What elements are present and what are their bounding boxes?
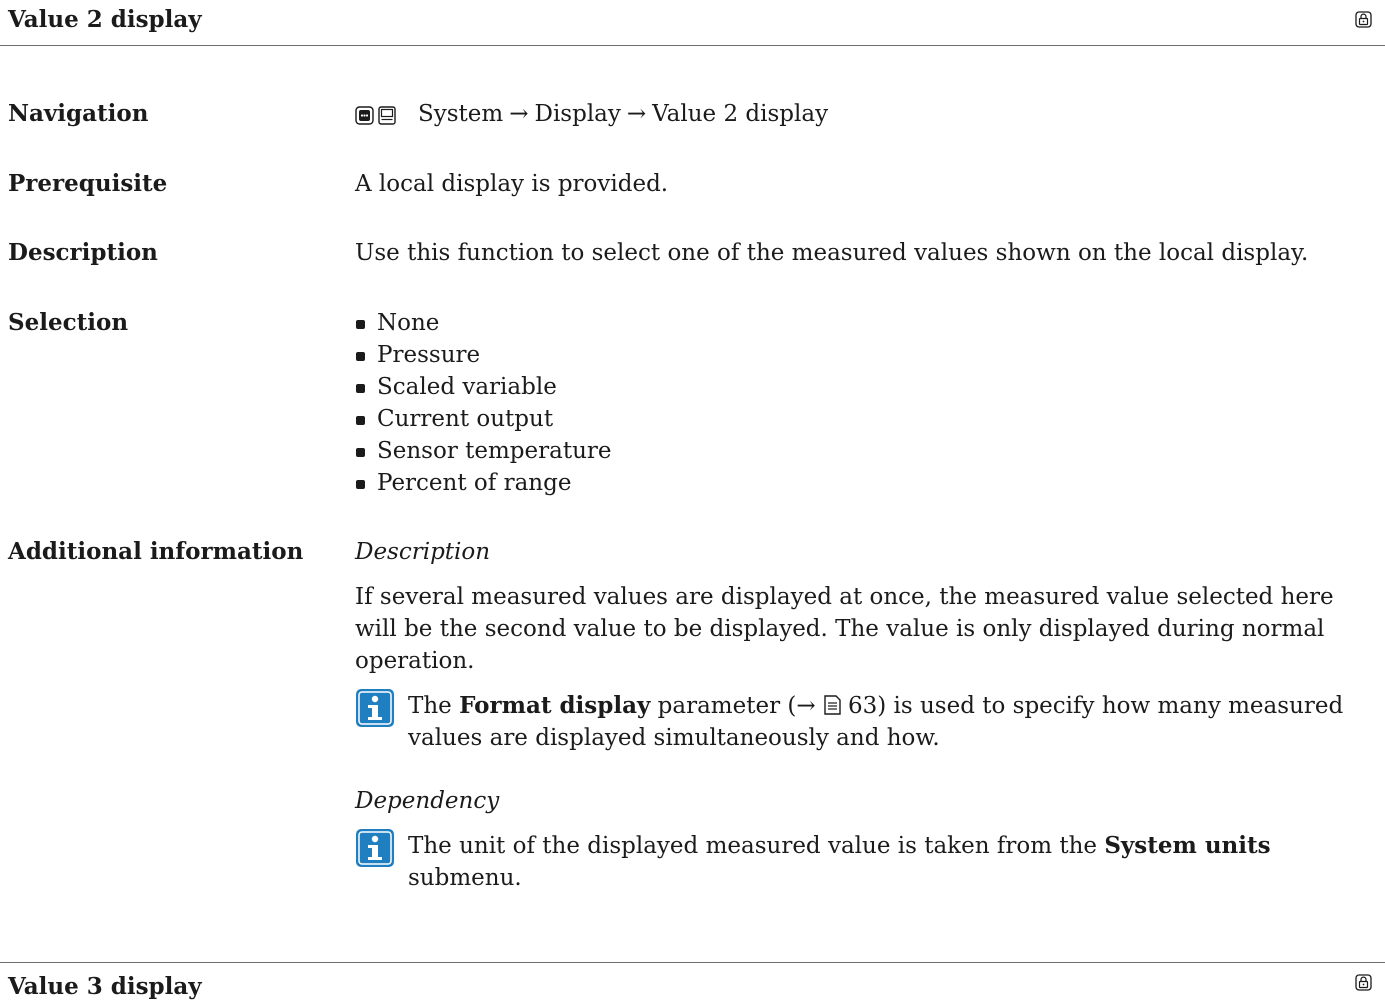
list-item: Scaled variable xyxy=(355,371,612,403)
description-label: Description xyxy=(8,239,158,266)
note-text: submenu. xyxy=(408,865,522,891)
prerequisite-text: A local display is provided. xyxy=(355,171,669,197)
nav-crumb-3: Value 2 display xyxy=(652,101,829,127)
list-item: None xyxy=(355,307,612,339)
navigation-label: Navigation xyxy=(8,100,149,127)
section-header-value-2: Value 2 display xyxy=(0,0,1385,46)
keypad-icon xyxy=(355,105,374,125)
additional-description-text: If several measured values are displayed… xyxy=(355,584,1334,674)
format-display-link[interactable]: Format display xyxy=(459,692,650,719)
info-icon xyxy=(356,829,394,867)
system-units-link[interactable]: System units xyxy=(1104,832,1270,859)
info-note-text: The unit of the displayed measured value… xyxy=(355,830,1385,894)
lock-icon xyxy=(1355,11,1372,28)
section-title: Value 3 display xyxy=(8,973,202,1000)
nav-crumb-2: Display xyxy=(534,101,621,127)
note-text: The unit of the displayed measured value… xyxy=(408,833,1105,859)
prerequisite-label: Prerequisite xyxy=(8,170,168,197)
navigation-path: System → Display → Value 2 display xyxy=(355,98,828,130)
note-text: The xyxy=(408,693,460,719)
document-icon xyxy=(824,695,841,715)
list-item: Current output xyxy=(355,403,612,435)
nav-separator: → xyxy=(626,101,647,127)
page: Value 2 display Navigation System → Disp… xyxy=(0,0,1385,1000)
info-note-system-units: The unit of the displayed measured value… xyxy=(355,829,1385,894)
list-item: Sensor temperature xyxy=(355,435,612,467)
note-text: parameter (→ xyxy=(650,693,823,719)
list-item: Pressure xyxy=(355,339,612,371)
description-text: Use this function to select one of the m… xyxy=(355,240,1309,266)
lock-icon xyxy=(1355,974,1372,991)
selection-label: Selection xyxy=(8,309,129,336)
nav-separator: → xyxy=(509,101,529,127)
description-subheading: Description xyxy=(355,539,491,565)
selection-list: None Pressure Scaled variable Current ou… xyxy=(355,307,612,499)
page-reference-link[interactable]: 63 xyxy=(848,693,877,719)
info-note-format-display: The Format display parameter (→ 63) is u… xyxy=(355,689,1385,754)
section-header-value-3: Value 3 display xyxy=(0,962,1385,1000)
nav-crumb-1: System xyxy=(418,101,504,127)
additional-info-label: Additional information xyxy=(8,538,304,565)
selection-list-wrap: None Pressure Scaled variable Current ou… xyxy=(355,307,612,499)
info-icon xyxy=(356,689,394,727)
display-icon xyxy=(378,105,396,125)
dependency-subheading: Dependency xyxy=(355,788,500,814)
additional-info-content: Description If several measured values a… xyxy=(355,536,1385,894)
section-title: Value 2 display xyxy=(8,6,202,33)
info-note-text: The Format display parameter (→ 63) is u… xyxy=(355,690,1385,754)
list-item: Percent of range xyxy=(355,467,612,499)
